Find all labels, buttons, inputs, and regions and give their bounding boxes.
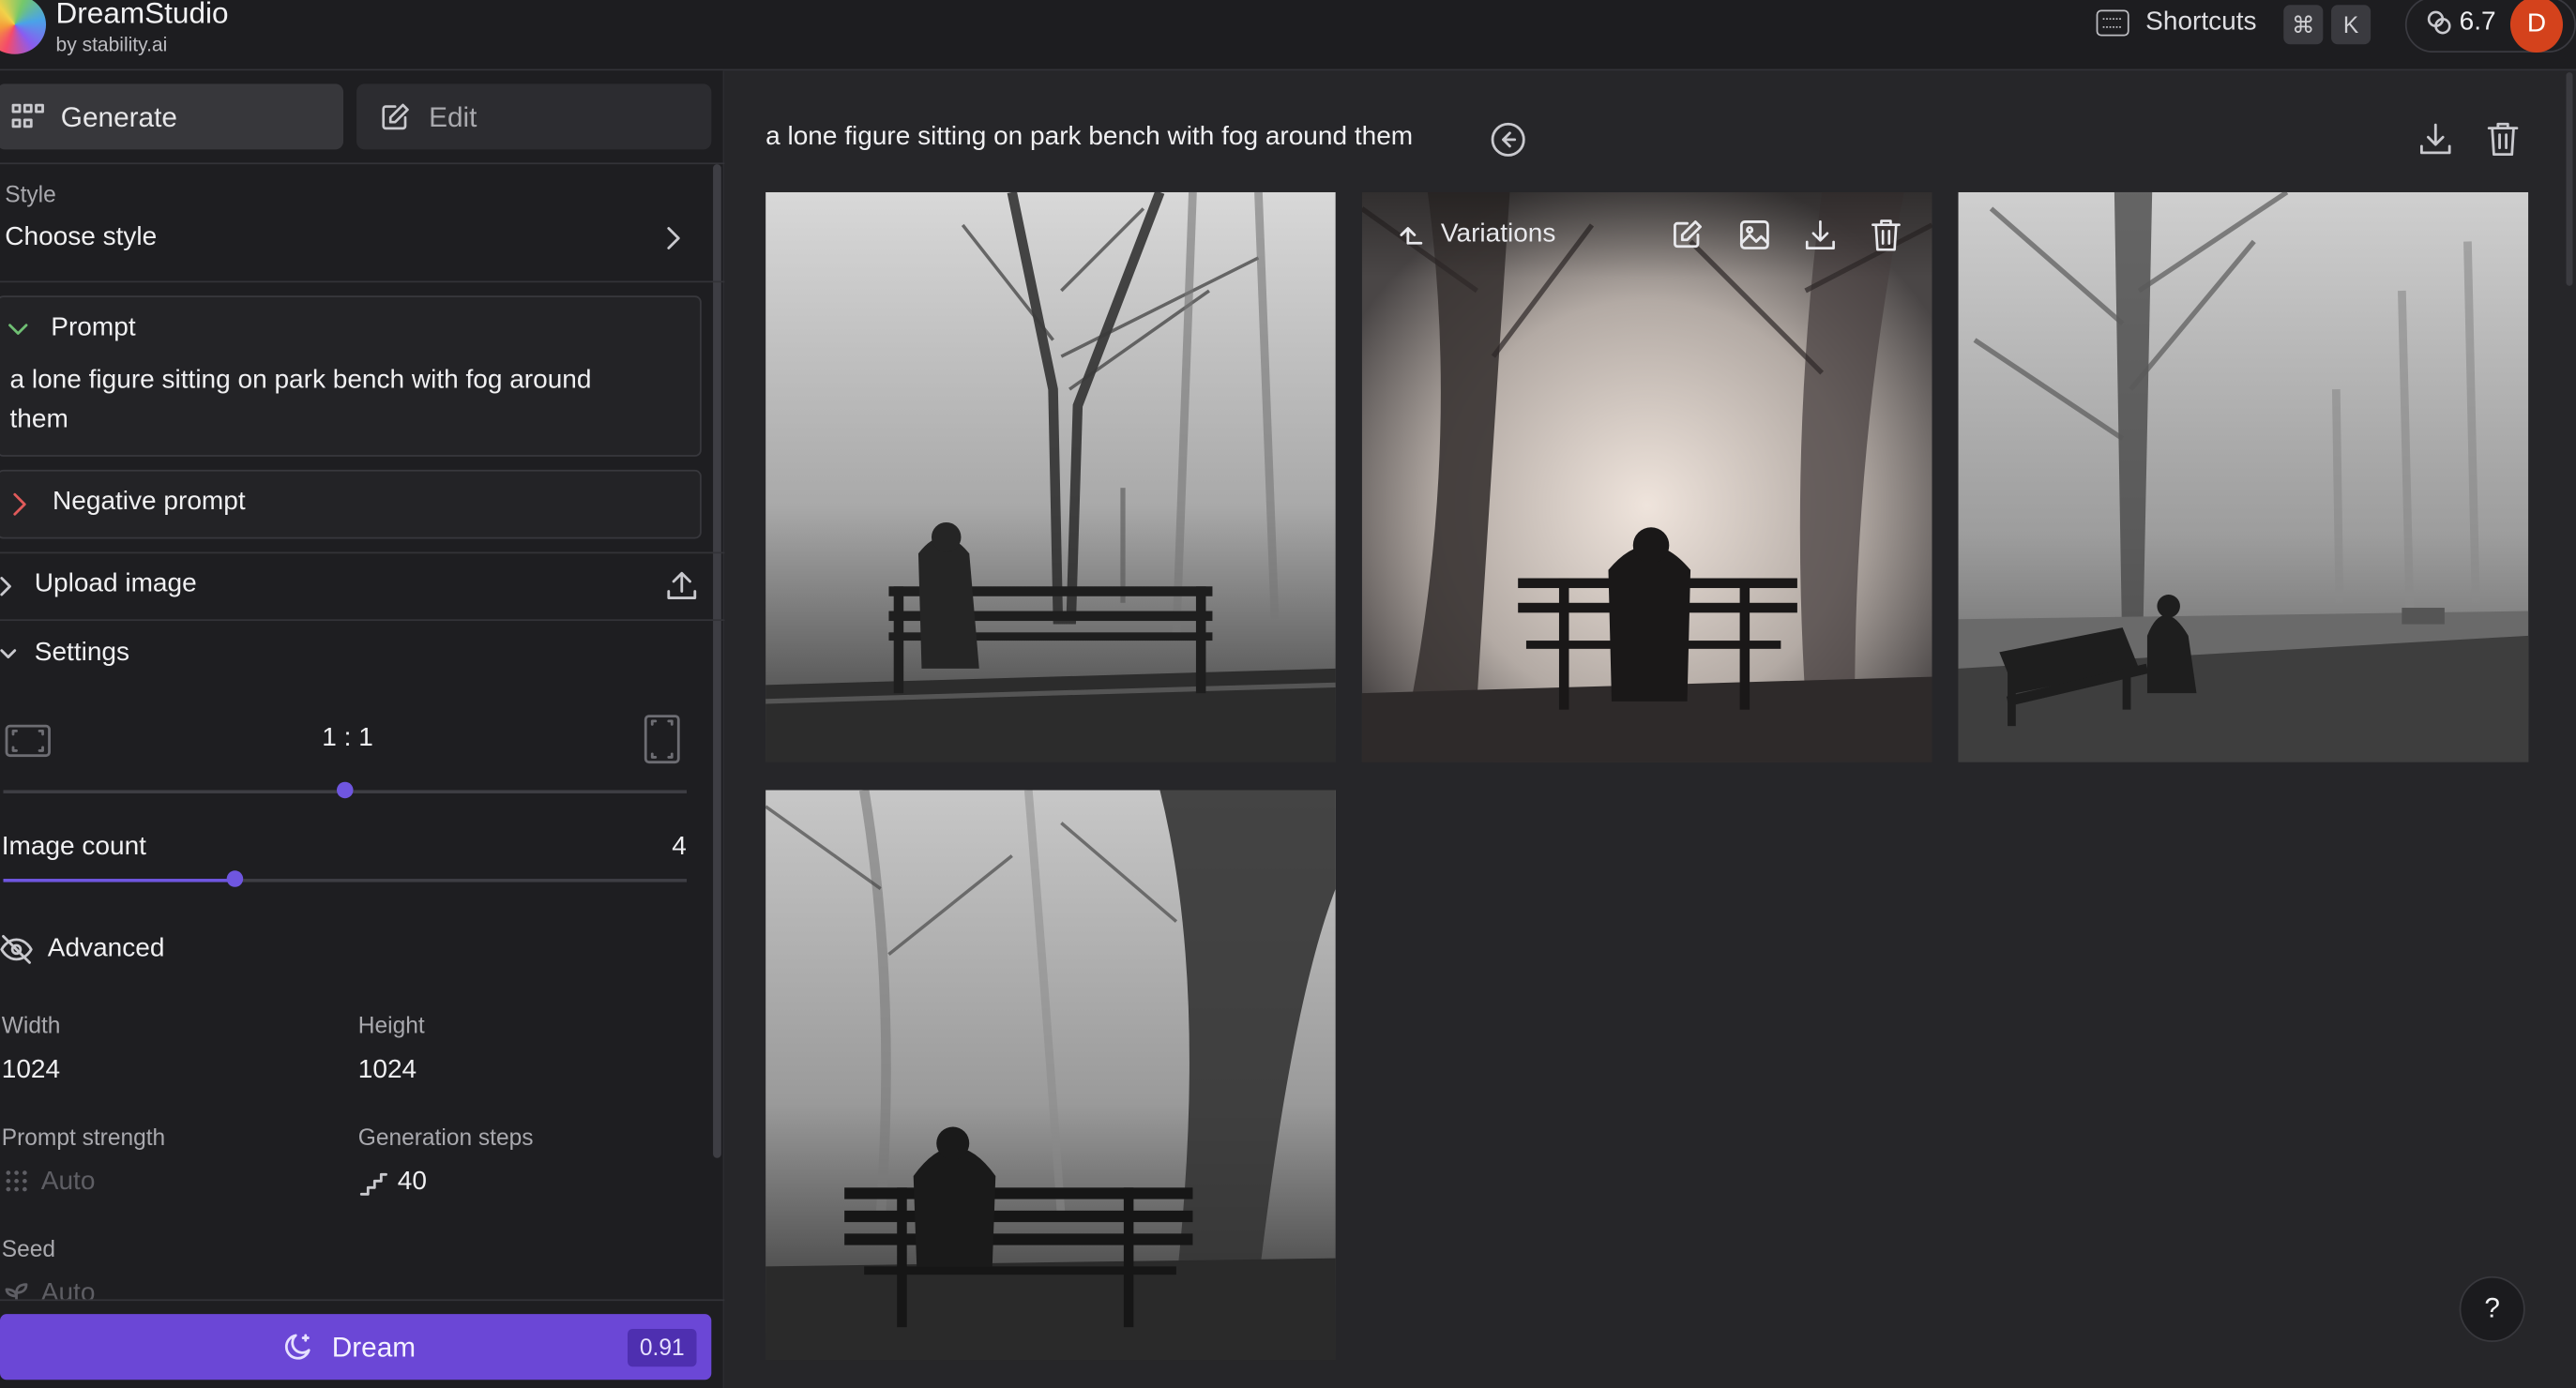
dream-button-label: Dream	[331, 1332, 417, 1364]
style-select[interactable]: Choose style	[5, 223, 157, 253]
seed-label: Seed	[1, 1235, 56, 1262]
cmd-key-badge: ⌘	[2283, 5, 2324, 45]
image-count-slider-fill	[3, 879, 235, 883]
upload-image-label[interactable]: Upload image	[35, 570, 197, 600]
app-subtitle: by stability.ai	[55, 33, 168, 56]
chevron-down-icon[interactable]	[8, 322, 28, 339]
generated-image-4[interactable]	[765, 790, 1336, 1361]
upload-icon[interactable]	[665, 570, 698, 603]
generation-steps-label: Generation steps	[357, 1124, 534, 1151]
steps-icon	[359, 1172, 387, 1196]
aspect-ratio-value: 1 : 1	[322, 724, 373, 753]
generated-image-3[interactable]	[1958, 191, 2529, 762]
negative-prompt-label: Negative prompt	[53, 488, 246, 516]
dream-cost-badge: 0.91	[627, 1328, 697, 1367]
width-label: Width	[1, 1011, 61, 1038]
keyboard-icon[interactable]	[2096, 9, 2129, 37]
sidebar-scrollbar[interactable]	[713, 164, 721, 1158]
use-as-init-image-icon[interactable]	[1738, 219, 1771, 251]
seedling-icon	[5, 1283, 28, 1300]
edit-image-icon[interactable]	[1671, 219, 1704, 251]
app-root: DreamStudio by stability.ai Shortcuts ⌘ …	[0, 0, 2576, 1388]
style-label: Style	[5, 180, 56, 207]
prompt-input-line2[interactable]: them	[10, 406, 68, 436]
generation-prompt-title: a lone figure sitting on park bench with…	[765, 123, 1414, 152]
image-count-label: Image count	[1, 833, 146, 861]
prompt-strength-input[interactable]: Auto	[41, 1168, 96, 1198]
generation-steps-input[interactable]: 40	[398, 1168, 427, 1198]
download-icon[interactable]	[1804, 219, 1837, 251]
grid-icon	[11, 103, 44, 128]
prompt-input-line1[interactable]: a lone figure sitting on park bench with…	[10, 367, 592, 397]
k-key-badge: K	[2331, 5, 2371, 45]
generated-image-2[interactable]	[1361, 191, 1932, 762]
main-scrollbar[interactable]	[2566, 72, 2573, 286]
settings-label[interactable]: Settings	[35, 639, 129, 669]
variations-button[interactable]: Variations	[1441, 220, 1556, 250]
help-button[interactable]: ?	[2459, 1275, 2525, 1342]
edit-icon	[382, 103, 409, 130]
dots-grid-icon	[6, 1170, 27, 1192]
height-input[interactable]: 1024	[358, 1056, 417, 1086]
chevron-right-icon[interactable]	[662, 227, 686, 250]
divider	[0, 1299, 725, 1302]
credits-value: 6.7	[2459, 8, 2496, 37]
image-count-value: 4	[672, 833, 687, 861]
divider	[0, 619, 725, 622]
advanced-toggle[interactable]: Advanced	[48, 935, 165, 965]
seed-row-clip: Auto	[0, 1275, 724, 1300]
seed-input[interactable]: Auto	[41, 1279, 96, 1299]
chevron-down-icon[interactable]	[0, 645, 17, 662]
tab-generate-label: Generate	[60, 101, 177, 133]
image-count-slider-handle[interactable]	[226, 870, 244, 887]
divider	[0, 551, 725, 554]
prompt-strength-label: Prompt strength	[1, 1124, 166, 1151]
moon-icon	[284, 1334, 311, 1360]
eye-off-icon[interactable]	[0, 934, 33, 965]
reuse-prompt-icon[interactable]	[1490, 122, 1526, 158]
download-all-icon[interactable]	[2418, 122, 2453, 157]
aspect-ratio-slider-handle[interactable]	[337, 781, 354, 799]
width-input[interactable]: 1024	[2, 1056, 60, 1086]
portrait-aspect-icon[interactable]	[644, 715, 681, 764]
shortcuts-button[interactable]: Shortcuts	[2145, 8, 2256, 38]
landscape-aspect-icon[interactable]	[5, 724, 51, 758]
chevron-right-icon[interactable]	[11, 492, 28, 516]
coins-icon	[2427, 10, 2451, 35]
tab-edit-label: Edit	[429, 101, 477, 133]
delete-icon[interactable]	[1871, 219, 1902, 251]
trash-icon[interactable]	[2487, 122, 2519, 157]
app-name: DreamStudio	[55, 0, 229, 30]
prompt-label: Prompt	[51, 313, 136, 342]
generated-image-1[interactable]	[765, 191, 1336, 762]
variations-icon[interactable]	[1393, 219, 1423, 249]
chevron-right-icon[interactable]	[0, 577, 13, 596]
divider	[0, 162, 725, 165]
divider	[0, 280, 725, 283]
height-label: Height	[357, 1011, 425, 1038]
